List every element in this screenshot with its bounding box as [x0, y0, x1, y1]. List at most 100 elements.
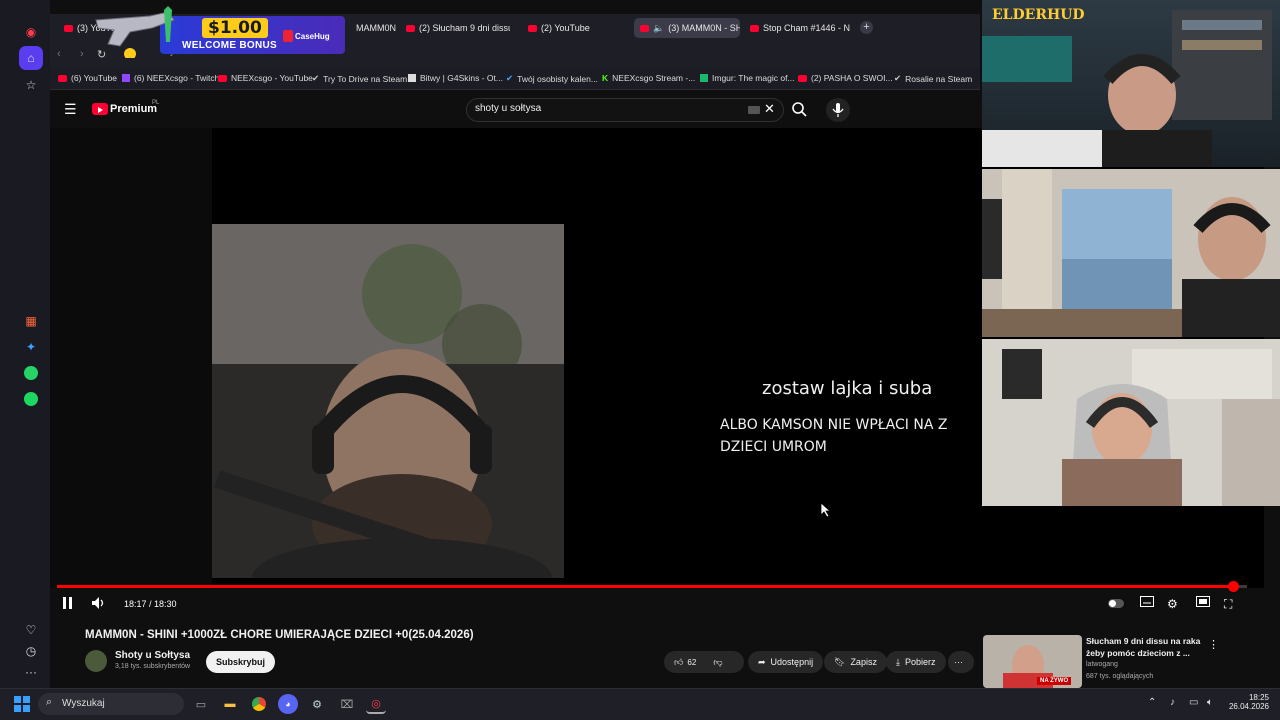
bookmark-imgur[interactable]: Imgur: The magic of... — [700, 73, 795, 83]
youtube-icon — [798, 74, 807, 82]
star-icon[interactable]: ☆ — [19, 73, 43, 97]
bookmark-try-to-drive[interactable]: ✔ Try To Drive na Steam — [312, 73, 407, 84]
video-letterbox — [50, 128, 212, 588]
thumbs-up-icon: 👍︎ — [674, 656, 684, 667]
download-button[interactable]: ⤓ Pobierz — [886, 651, 946, 673]
recommended-title-2[interactable]: żeby pomóc dzieciom z ... — [1086, 648, 1190, 658]
app-icon[interactable]: ⌧ — [337, 694, 357, 714]
casino-ad-overlay[interactable]: $1.00 WELCOME BONUS CaseHug — [90, 6, 345, 58]
pause-button[interactable] — [62, 596, 74, 613]
bookmark-twitch[interactable]: (6) NEEXcsgo - Twitch — [122, 73, 219, 83]
steam-icon: ✔ — [312, 73, 320, 83]
microphone-tray-icon[interactable]: ♪ — [1170, 697, 1175, 708]
youtube-premium-logo[interactable]: Premium — [110, 103, 157, 115]
progress-bar[interactable] — [57, 581, 1247, 592]
channel-name[interactable]: Shoty u Sołtysa — [115, 650, 190, 661]
dislike-button[interactable]: 👎︎ — [713, 657, 722, 668]
youtube-icon — [750, 24, 759, 32]
messenger-icon[interactable]: ✦ — [19, 335, 43, 359]
home-icon[interactable]: ⌂ — [19, 46, 43, 70]
recommended-title-1[interactable]: Słucham 9 dni dissu na raka — [1086, 636, 1200, 646]
bookmark-neex-stream[interactable]: K NEEXcsgo Stream -... — [602, 73, 695, 83]
task-view-icon[interactable]: ▭ — [191, 694, 211, 714]
new-tab-button[interactable]: + — [860, 21, 873, 34]
share-button[interactable]: ➦ Udostępnij — [748, 651, 824, 673]
save-button[interactable]: 🔖︎ Zapisz — [824, 651, 887, 673]
microphone-icon — [832, 103, 844, 117]
casehug-logo-icon — [283, 30, 293, 42]
tab-sluchaм[interactable]: (2) Słucham 9 dni dissu na — [400, 18, 510, 38]
ad-brand: CaseHug — [295, 32, 330, 41]
progress-scrubber[interactable] — [1227, 581, 1239, 592]
recommended-channel[interactable]: latwogang — [1086, 661, 1118, 668]
imgur-icon — [700, 74, 708, 82]
live-badge: NA ŻYWO — [1037, 677, 1072, 685]
youtube-icon — [58, 74, 67, 82]
webcam-bottom-image — [1002, 349, 1280, 506]
recommended-thumbnail[interactable]: NA ŻYWO — [983, 635, 1082, 688]
elderhud-logo: ELDERHUD — [992, 7, 1085, 23]
miniplayer-icon[interactable] — [1196, 596, 1210, 611]
youtube-icon — [528, 24, 537, 32]
bookmark-rosalie[interactable]: ✔ Rosalie na Steam — [894, 73, 972, 84]
bookmark-youtube[interactable]: (6) YouTube — [58, 73, 117, 83]
tab-active-mammon-shini[interactable]: 🔈(3) MAMM0N - SHINI — [634, 18, 740, 38]
tray-clock[interactable]: 18:25 26.04.2026 — [1227, 693, 1269, 711]
search-input[interactable]: shoty u sołtysa — [475, 103, 541, 114]
tab-mammon[interactable]: MAMM0N — [350, 18, 402, 38]
network-icon[interactable]: ▭ — [1189, 697, 1198, 708]
speaker-icon: 🔈 — [653, 22, 665, 33]
tab-stop-cham[interactable]: Stop Cham #1446 - Niebe — [744, 18, 850, 38]
like-button[interactable]: 👍︎ 62 — [674, 657, 696, 668]
calendar-icon: ✔ — [506, 73, 514, 83]
bookmark-bitwy[interactable]: Bitwy | G4Skins - Ot... — [408, 73, 503, 83]
more-actions-button[interactable]: ··· — [948, 651, 974, 673]
forward-icon[interactable]: › — [80, 48, 84, 60]
region-code: PL — [152, 100, 160, 106]
youtube-icon — [218, 74, 227, 82]
back-icon[interactable]: ‹ — [57, 48, 61, 60]
webcam-middle — [982, 169, 1280, 337]
youtube-icon — [406, 24, 415, 32]
start-button[interactable] — [12, 694, 32, 714]
steam-icon[interactable]: ⚙ — [307, 694, 327, 714]
webcam-top-image — [982, 10, 1272, 167]
file-explorer-icon[interactable]: ▬ — [220, 694, 240, 714]
bookmark-kalendarz[interactable]: ✔ Twój osobisty kalen... — [506, 73, 598, 84]
subtitle-line-1: zostaw lajka i suba — [762, 378, 933, 399]
fullscreen-icon[interactable]: ⛶ — [1224, 597, 1232, 612]
subscribe-button[interactable]: Subskrybuj — [206, 651, 276, 673]
voice-search-button[interactable] — [826, 98, 850, 122]
search-icon[interactable] — [791, 101, 807, 117]
discord-icon[interactable]: ◕ — [278, 694, 298, 714]
tray-chevron-icon[interactable]: ⌃ — [1148, 697, 1156, 708]
settings-icon[interactable]: ⚙ — [1167, 597, 1178, 611]
channel-avatar[interactable] — [85, 650, 107, 672]
keyboard-icon[interactable] — [748, 106, 760, 114]
chrome-icon[interactable] — [249, 694, 269, 714]
volume-button[interactable] — [91, 596, 107, 613]
opera-logo-icon[interactable]: ◉ — [19, 20, 43, 44]
taskbar-search[interactable]: ⌕ Wyszukaj — [38, 693, 184, 715]
clear-search-icon[interactable]: ✕ — [764, 101, 775, 117]
more-icon[interactable]: ··· — [19, 660, 43, 684]
bookmark-neex-youtube[interactable]: NEEXcsgo - YouTube — [218, 73, 313, 83]
spotify-icon[interactable] — [24, 392, 38, 406]
bookmark-pasha[interactable]: (2) PASHA O SWOI... — [798, 73, 893, 83]
recommended-menu-icon[interactable]: ⋮ — [1208, 638, 1219, 651]
subtitle-line-2: ALBO KAMSON NIE WPŁACI NA Z — [720, 417, 948, 433]
kick-icon: K — [602, 73, 609, 83]
opera-apps-icon[interactable]: ▦ — [19, 309, 43, 333]
speaker-tray-icon[interactable]: 🔈︎ — [1207, 697, 1213, 708]
like-dislike-group: 👍︎ 62 👎︎ — [664, 651, 744, 673]
menu-icon[interactable]: ☰ — [64, 101, 77, 118]
whatsapp-icon[interactable] — [24, 366, 38, 380]
ad-bonus-text: WELCOME BONUS — [182, 40, 278, 51]
opera-gx-icon[interactable]: ◎ — [366, 694, 386, 714]
subtitles-icon[interactable] — [1140, 596, 1154, 611]
tab-youtube-2[interactable]: (2) YouTube — [522, 18, 622, 38]
youtube-logo-icon[interactable] — [92, 103, 108, 115]
subscriber-count: 3,18 tys. subskrybentów — [115, 663, 191, 670]
ad-price: $1.00 — [202, 18, 268, 38]
autoplay-toggle[interactable] — [1108, 596, 1124, 608]
